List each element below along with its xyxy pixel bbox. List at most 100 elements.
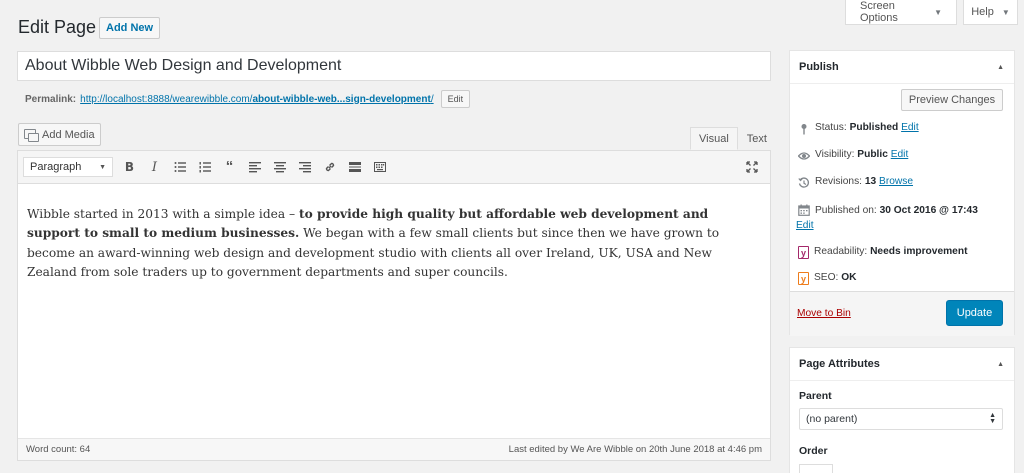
editor-toolbar: Paragraph ▼ B I “ (18, 151, 770, 184)
status-row: Status: Published Edit (798, 122, 919, 135)
move-to-bin-link[interactable]: Move to Bin (797, 308, 851, 319)
screen-options-label: Screen Options (860, 0, 898, 24)
screen-meta-links: Screen Options ▼ Help ▼ (845, 0, 1018, 25)
caret-down-icon: ▼ (1001, 7, 1010, 17)
page-title: Edit Page (18, 17, 97, 37)
permalink-label: Permalink: (25, 93, 77, 105)
caret-down-icon: ▼ (99, 163, 106, 171)
italic-icon: I (151, 159, 158, 175)
align-left-button[interactable] (242, 155, 267, 180)
eye-icon (798, 149, 810, 162)
yoast-seo-icon: y (798, 272, 809, 285)
published-label: Published on: (815, 205, 877, 216)
published-on-row: Published on: 30 Oct 2016 @ 17:43 (798, 203, 978, 219)
collapse-arrow-icon[interactable]: ▲ (997, 361, 1004, 368)
seo-label: SEO: (814, 272, 839, 283)
publish-actions: Move to Bin Update (790, 291, 1014, 336)
numbered-list-button[interactable] (192, 155, 217, 180)
readability-row: y Readability: Needs improvement (798, 246, 967, 259)
italic-button[interactable]: I (142, 155, 167, 180)
readability-value: Needs improvement (870, 246, 968, 257)
insert-link-button[interactable] (317, 155, 342, 180)
seo-value: OK (841, 272, 857, 283)
order-label: Order (799, 445, 828, 457)
readability-label: Readability: (814, 246, 868, 257)
status-value: Published (849, 122, 899, 133)
toolbar-toggle-button[interactable] (367, 155, 392, 180)
post-title-input[interactable]: About Wibble Web Design and Development (17, 51, 771, 81)
align-right-button[interactable] (292, 155, 317, 180)
align-center-button[interactable] (267, 155, 292, 180)
parent-select[interactable]: (no parent) ▲ ▼ (799, 408, 1003, 430)
fullscreen-icon (745, 161, 758, 173)
content-text-start: Wibble started in 2013 with a simple ide… (27, 207, 299, 221)
collapse-arrow-icon[interactable]: ▲ (997, 64, 1004, 71)
permalink-end: / (430, 93, 434, 105)
format-select[interactable]: Paragraph ▼ (23, 157, 113, 177)
link-icon (325, 162, 334, 172)
editor-tabs: Visual Text (690, 127, 776, 150)
blockquote-icon: “ (225, 158, 234, 175)
permalink-slug: about-wibble-web...sign-development (252, 93, 431, 105)
tab-text[interactable]: Text (738, 127, 776, 150)
revisions-browse-link[interactable]: Browse (879, 176, 913, 187)
revisions-row: Revisions: 13 Browse (798, 176, 913, 189)
blockquote-button[interactable]: “ (217, 155, 242, 180)
read-more-icon (348, 162, 361, 172)
bold-icon: B (124, 160, 135, 174)
select-arrows-icon: ▲ ▼ (989, 412, 996, 425)
pin-icon (798, 122, 810, 135)
preview-changes-button[interactable]: Preview Changes (901, 89, 1003, 111)
read-more-button[interactable] (342, 155, 367, 180)
content-editor: Paragraph ▼ B I “ Wibble started in 2013… (17, 150, 771, 461)
word-count: Word count: 64 (26, 444, 91, 455)
publish-box-header[interactable]: Publish ▲ (790, 51, 1014, 84)
page-attributes-header[interactable]: Page Attributes ▲ (790, 348, 1014, 381)
update-button[interactable]: Update (946, 300, 1003, 326)
align-left-icon (248, 162, 261, 173)
permalink-link[interactable]: http://localhost:8888/wearewibble.com/ab… (80, 94, 433, 105)
visibility-label: Visibility: (815, 149, 855, 160)
format-select-value: Paragraph (30, 161, 82, 173)
bulleted-list-icon (174, 162, 186, 172)
seo-row: y SEO: OK (798, 272, 856, 285)
align-center-icon (273, 162, 286, 173)
screen-options-button[interactable]: Screen Options ▼ (845, 0, 957, 25)
caret-down-icon: ▼ (934, 7, 942, 17)
permalink-base: http://localhost:8888/wearewibble.com/ (80, 93, 253, 105)
parent-label: Parent (799, 390, 832, 402)
permalink-row: Permalink: http://localhost:8888/wearewi… (25, 90, 471, 108)
visibility-edit-link[interactable]: Edit (891, 149, 909, 160)
calendar-icon (798, 203, 810, 216)
published-edit-link[interactable]: Edit (796, 220, 814, 231)
tab-visual[interactable]: Visual (690, 127, 738, 150)
order-input[interactable] (799, 464, 833, 473)
help-label: Help (971, 6, 994, 18)
visibility-value: Public (857, 149, 888, 160)
media-icon (24, 128, 39, 142)
published-value: 30 Oct 2016 @ 17:43 (879, 205, 978, 216)
status-edit-link[interactable]: Edit (901, 122, 919, 133)
bold-button[interactable]: B (117, 155, 142, 180)
numbered-list-icon (199, 162, 211, 173)
bulleted-list-button[interactable] (167, 155, 192, 180)
keyboard-icon (373, 162, 386, 172)
revisions-label: Revisions: (815, 176, 862, 187)
add-new-button[interactable]: Add New (99, 17, 161, 39)
fullscreen-button[interactable] (739, 155, 764, 180)
revisions-value: 13 (864, 176, 877, 187)
page-attributes-title: Page Attributes (799, 358, 880, 370)
align-right-icon (298, 162, 311, 173)
history-icon (798, 176, 810, 189)
add-media-label: Add Media (42, 128, 95, 141)
last-edited: Last edited by We Are Wibble on 20th Jun… (508, 444, 762, 455)
editor-content[interactable]: Wibble started in 2013 with a simple ide… (18, 184, 770, 283)
permalink-edit-button[interactable]: Edit (440, 90, 471, 108)
parent-select-value: (no parent) (806, 413, 858, 425)
add-media-button[interactable]: Add Media (18, 123, 101, 146)
help-button[interactable]: Help ▼ (963, 0, 1018, 25)
page-attributes-box: Page Attributes ▲ Parent (no parent) ▲ ▼ … (789, 347, 1015, 473)
publish-box-title: Publish (799, 61, 839, 73)
visibility-row: Visibility: Public Edit (798, 149, 908, 162)
yoast-readability-icon: y (798, 246, 809, 259)
